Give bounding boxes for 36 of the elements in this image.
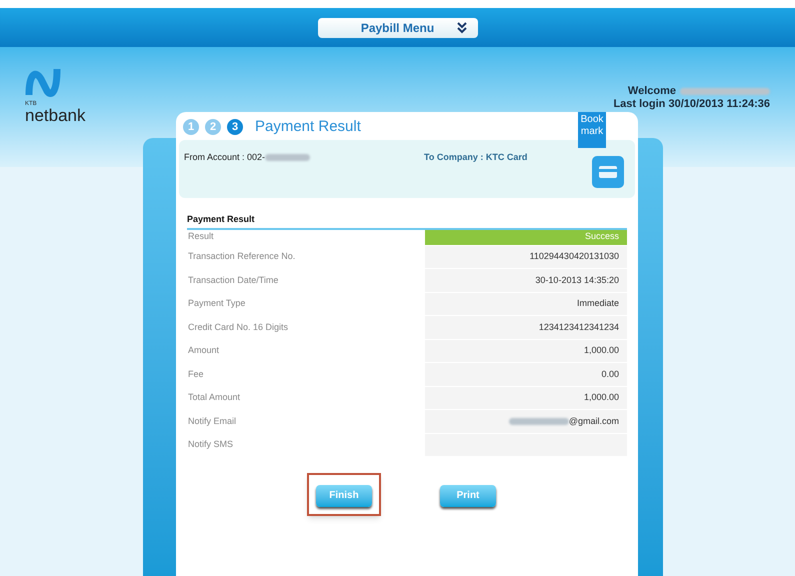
field-label: Fee — [187, 368, 205, 380]
field-value: Success — [425, 230, 627, 244]
field-label: Total Amount — [187, 391, 242, 404]
step-indicator: 3 — [227, 119, 243, 135]
field-value: 1,000.00 — [425, 386, 627, 409]
field-label: Payment Type — [187, 297, 246, 310]
step-indicator: 1 — [183, 119, 199, 135]
field-value: 1234123412341234 — [425, 316, 627, 338]
action-button[interactable]: Finish — [316, 484, 372, 506]
welcome-label: Welcome — [628, 85, 676, 98]
field-value: 30-10-2013 14:35:20 — [425, 269, 627, 292]
field-label: Notify Email — [187, 414, 238, 428]
field-label: Transaction Date/Time — [187, 274, 280, 286]
field-label: Transaction Reference No. — [187, 250, 296, 263]
field-label: Notify SMS — [187, 438, 234, 451]
field-value: 0.00 — [425, 363, 627, 386]
field-label: Credit Card No. 16 Digits — [187, 320, 290, 334]
blurred-text — [508, 418, 569, 425]
logo-text: netbank — [25, 107, 86, 124]
blurred-text — [265, 154, 310, 162]
field-value: 110294430420131030 — [425, 246, 627, 268]
last-login-text: Last login 30/10/2013 11:24:36 — [613, 98, 770, 111]
field-value: Immediate — [425, 292, 627, 315]
step-indicator: 2 — [205, 119, 221, 135]
double-chevron-icon — [456, 22, 468, 34]
to-company-text: To Company : KTC Card — [424, 151, 528, 164]
action-button[interactable]: Print — [440, 484, 496, 506]
bookmark-ribbon[interactable]: Book mark — [578, 112, 606, 148]
menu-dropdown[interactable]: Paybill Menu — [318, 18, 478, 38]
field-label: Result — [187, 230, 215, 244]
page-title: Payment Result — [255, 116, 361, 137]
from-account-text: From Account : 002- — [184, 151, 266, 164]
field-value: 1,000.00 — [425, 340, 627, 362]
field-value: @gmail.com — [425, 410, 627, 432]
card-icon — [591, 155, 625, 189]
field-label: Amount — [187, 344, 220, 357]
